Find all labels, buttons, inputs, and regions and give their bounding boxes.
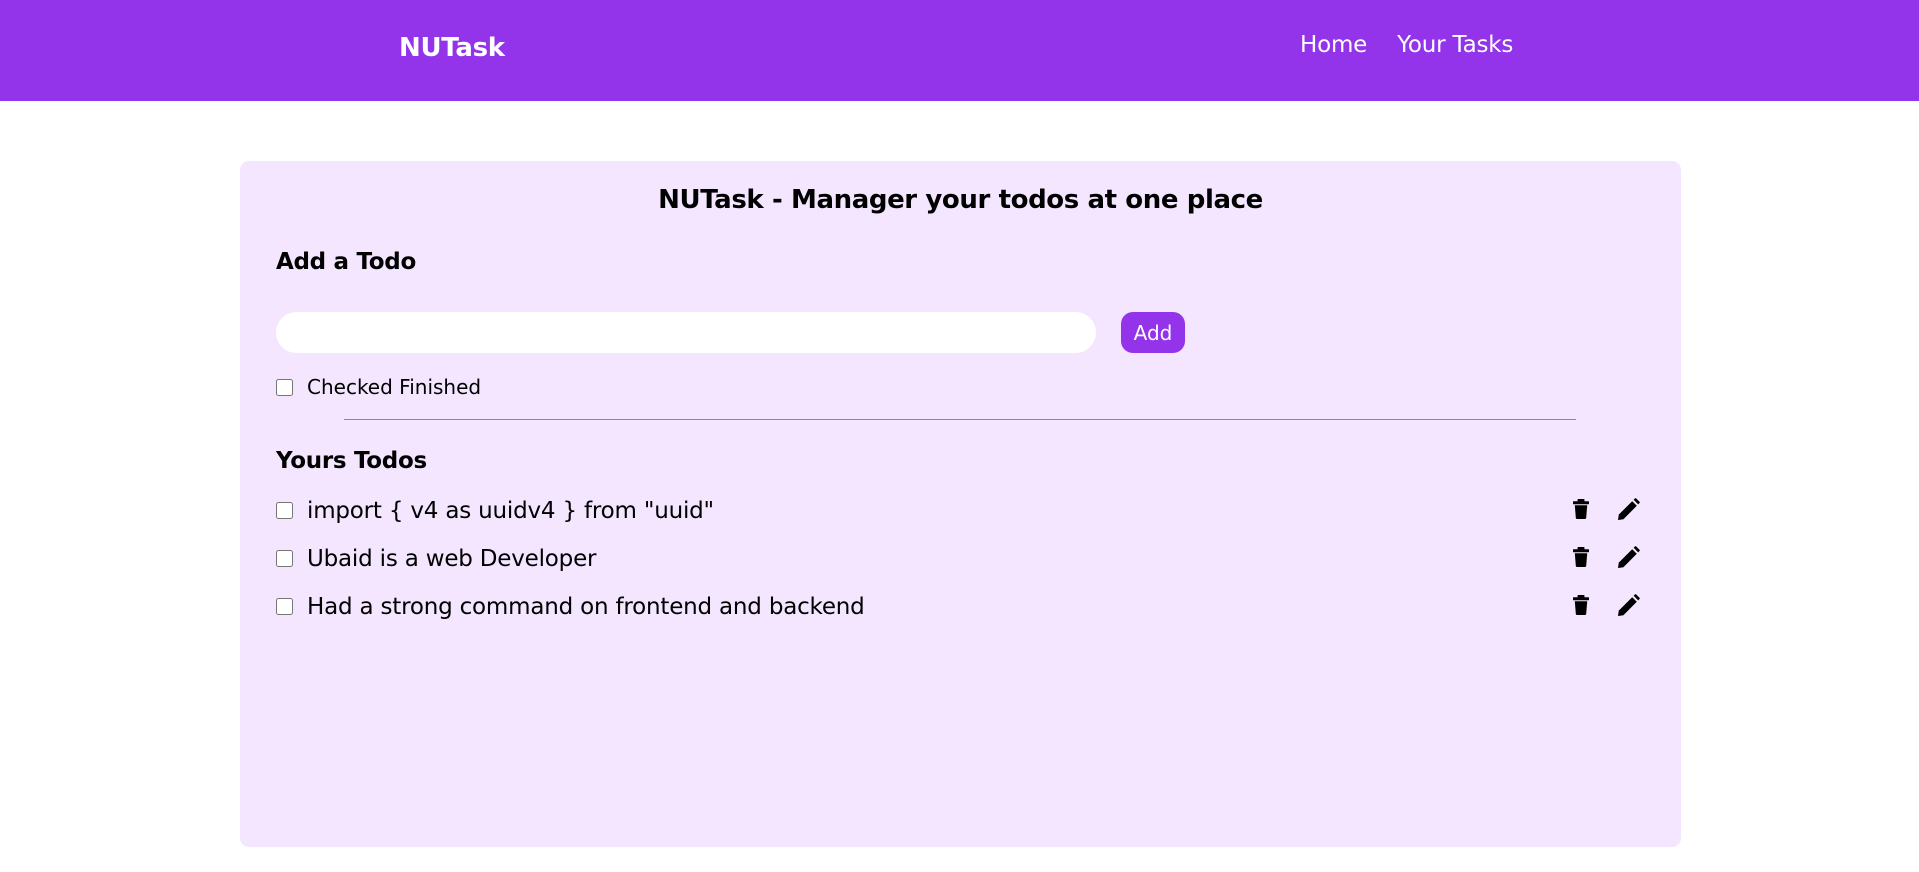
- edit-button[interactable]: [1616, 544, 1642, 570]
- trash-icon: [1573, 547, 1589, 567]
- todo-text: Had a strong command on frontend and bac…: [307, 594, 865, 620]
- todo-card: NUTask - Manager your todos at one place…: [240, 161, 1681, 847]
- show-finished-checkbox[interactable]: [276, 379, 293, 396]
- nav-link-your-tasks[interactable]: Your Tasks: [1397, 32, 1513, 58]
- trash-icon: [1573, 595, 1589, 615]
- trash-icon: [1573, 499, 1589, 519]
- page-title: NUTask - Manager your todos at one place: [658, 185, 1263, 215]
- show-finished-label: Checked Finished: [307, 375, 482, 399]
- edit-button[interactable]: [1616, 496, 1642, 522]
- todo-input[interactable]: [276, 312, 1096, 353]
- todo-item: import { v4 as uuidv4 } from "uuid": [276, 496, 1648, 530]
- nav-links: Home Your Tasks: [1300, 32, 1513, 58]
- add-button[interactable]: Add: [1121, 312, 1185, 353]
- todo-item: Ubaid is a web Developer: [276, 544, 1648, 578]
- nav-link-home[interactable]: Home: [1300, 32, 1367, 58]
- todo-checkbox[interactable]: [276, 550, 293, 567]
- todos-heading: Yours Todos: [276, 448, 427, 474]
- pencil-icon: [1618, 546, 1640, 568]
- pencil-icon: [1618, 498, 1640, 520]
- todo-text: import { v4 as uuidv4 } from "uuid": [307, 498, 714, 524]
- todo-item: Had a strong command on frontend and bac…: [276, 592, 1648, 626]
- show-finished-toggle[interactable]: Checked Finished: [276, 375, 536, 399]
- delete-button[interactable]: [1568, 544, 1594, 570]
- navbar: NUTask Home Your Tasks: [0, 0, 1919, 101]
- divider: [344, 419, 1576, 420]
- todo-checkbox[interactable]: [276, 598, 293, 615]
- todo-checkbox[interactable]: [276, 502, 293, 519]
- todo-text: Ubaid is a web Developer: [307, 546, 597, 572]
- edit-button[interactable]: [1616, 592, 1642, 618]
- pencil-icon: [1618, 594, 1640, 616]
- delete-button[interactable]: [1568, 496, 1594, 522]
- brand-logo-text[interactable]: NUTask: [399, 33, 505, 63]
- add-todo-heading: Add a Todo: [276, 249, 416, 275]
- delete-button[interactable]: [1568, 592, 1594, 618]
